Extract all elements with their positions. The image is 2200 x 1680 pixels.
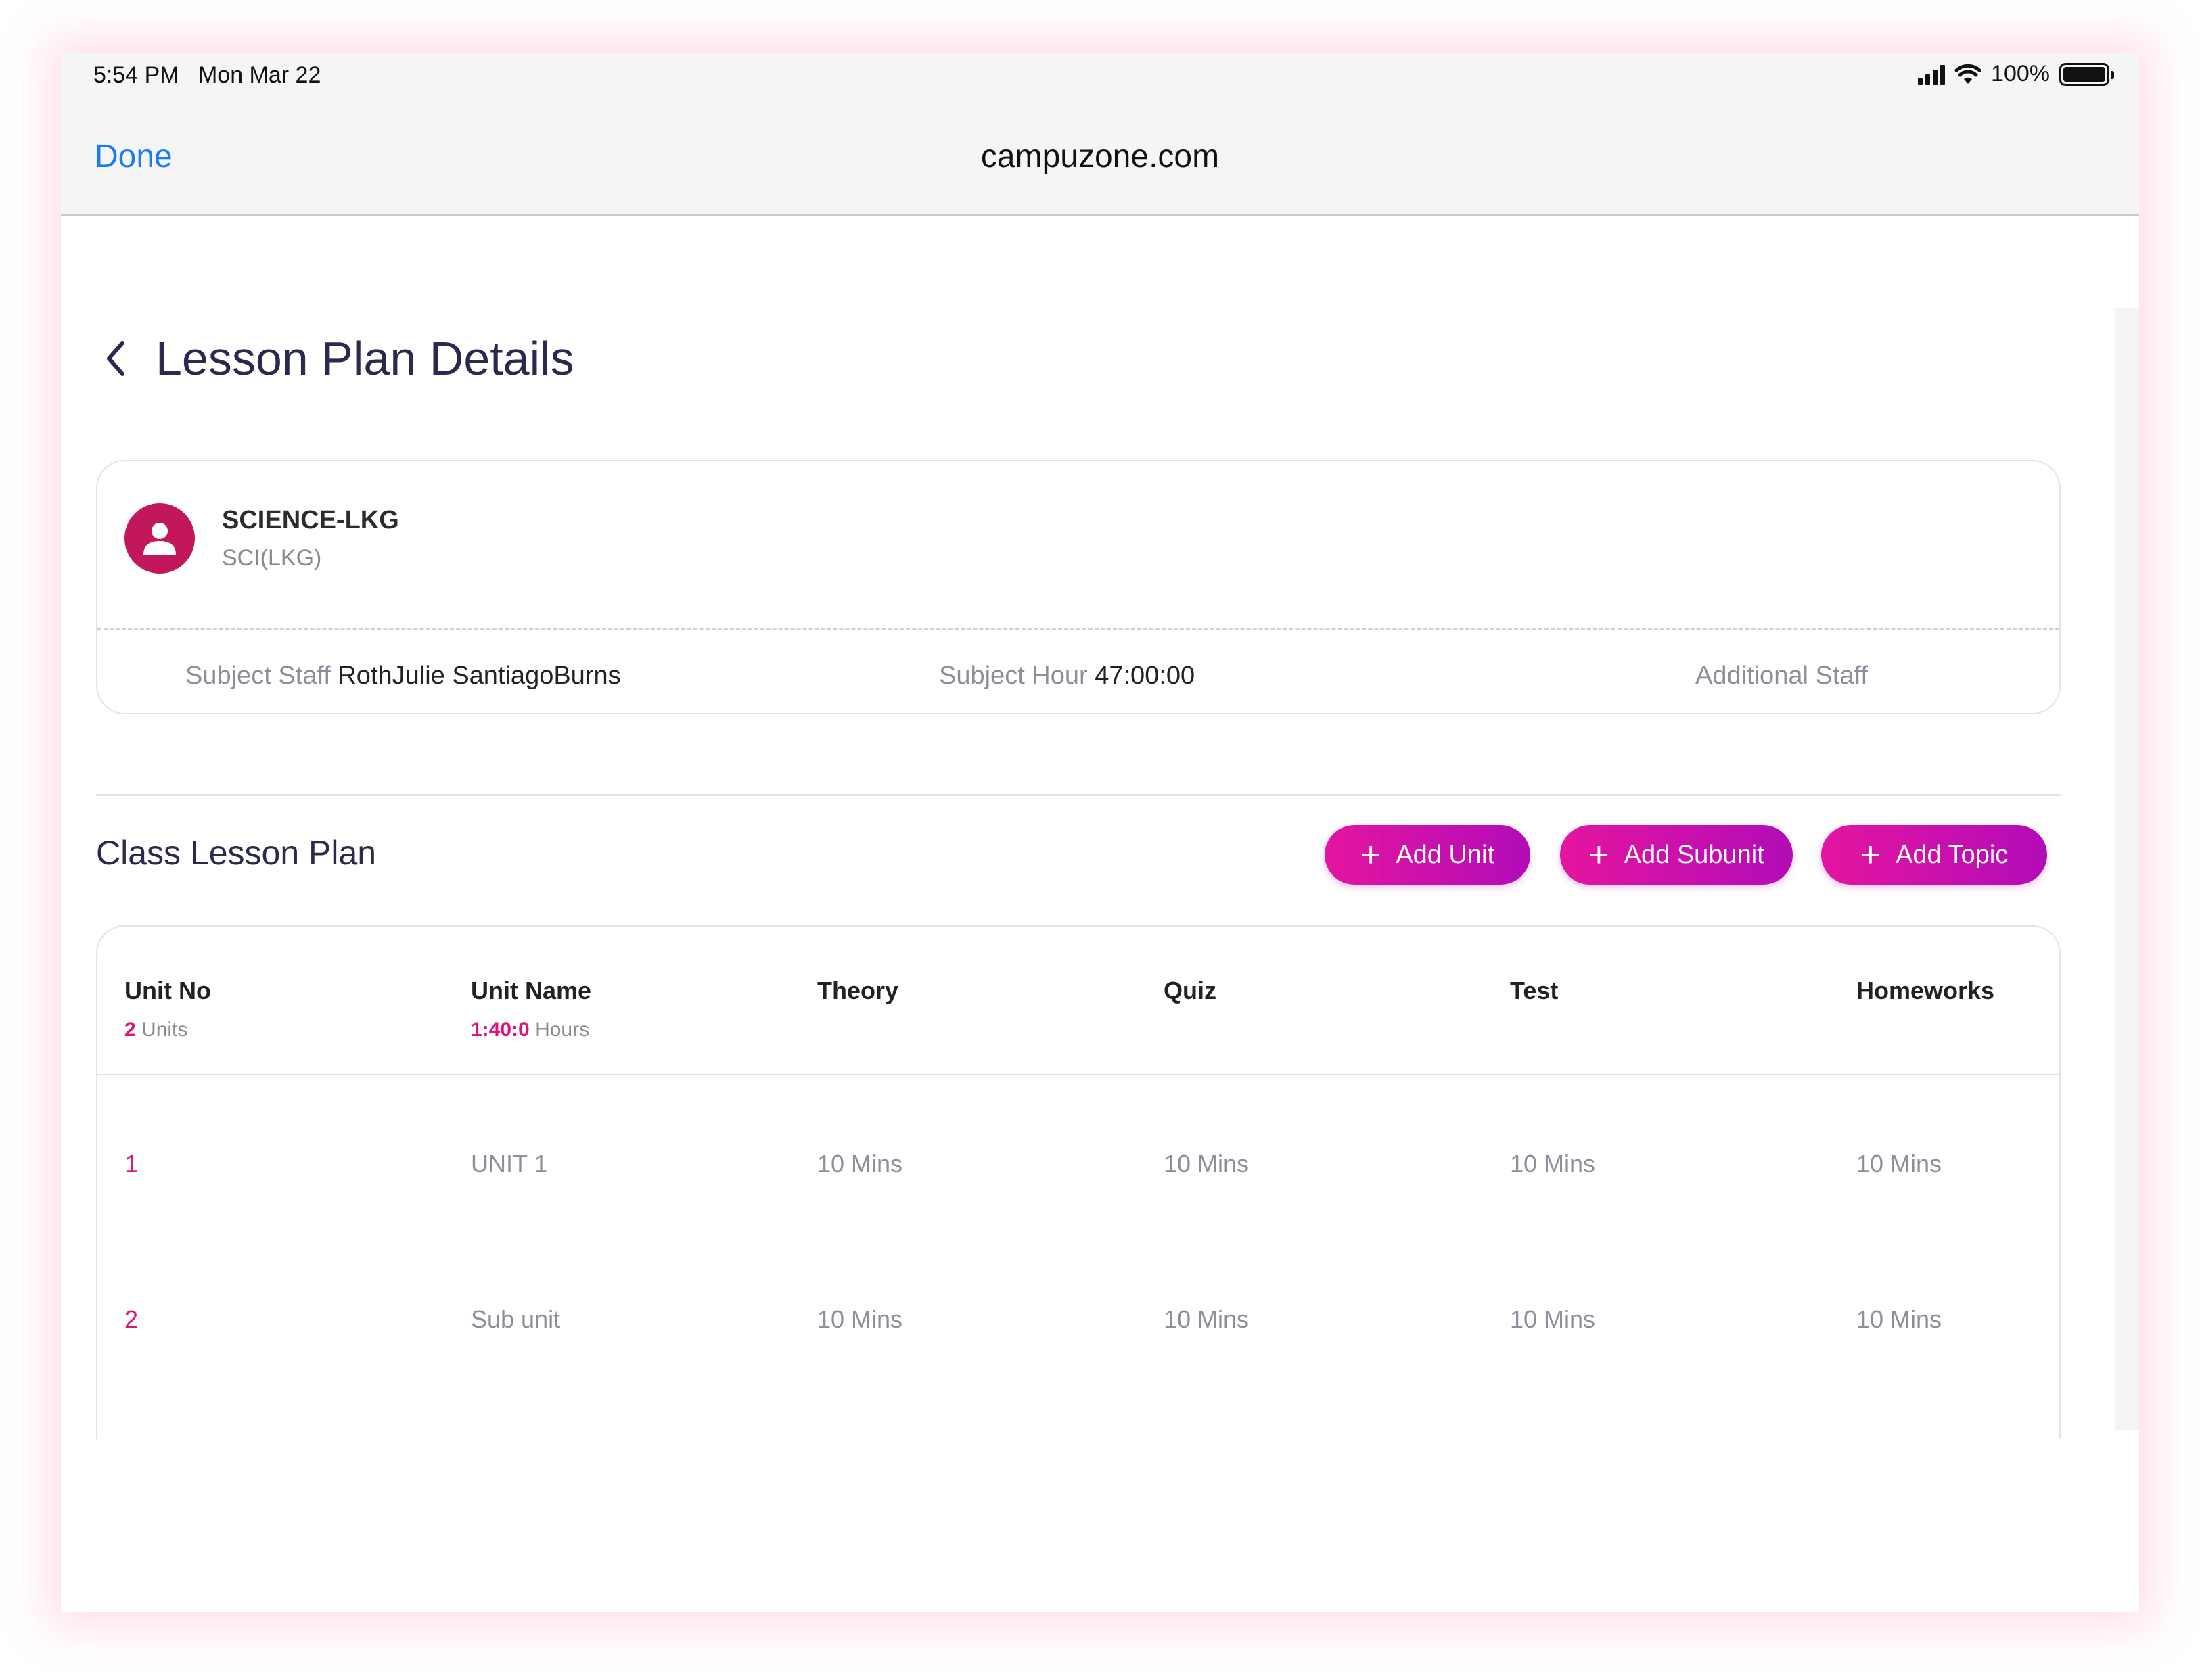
- user-icon: [143, 523, 176, 555]
- row-unit-name: UNIT 1: [471, 1150, 548, 1177]
- subject-hour-label: Subject Hour: [939, 661, 1088, 690]
- row-unit-no: 2: [124, 1305, 139, 1333]
- wifi-icon: [1954, 64, 1981, 84]
- units-count: 2: [124, 1019, 136, 1041]
- add-topic-button[interactable]: + Add Topic: [1821, 825, 2047, 885]
- cellular-signal-icon: [1918, 64, 1946, 85]
- page-heading: Lesson Plan Details: [95, 331, 574, 386]
- plus-icon: +: [1360, 835, 1381, 874]
- card-divider: [97, 628, 2059, 630]
- subject-card: SCIENCE-LKG SCI(LKG) Subject Staff RothJ…: [96, 460, 2061, 714]
- section-divider: [96, 794, 2061, 796]
- column-header-quiz: Quiz: [1164, 977, 1216, 1004]
- units-label: Units: [141, 1019, 188, 1041]
- status-indicators: 100%: [1918, 61, 2114, 87]
- add-topic-label: Add Topic: [1896, 840, 2009, 869]
- row-test: 10 Mins: [1510, 1150, 1596, 1177]
- back-chevron-icon[interactable]: [95, 331, 135, 386]
- column-header-test: Test: [1510, 977, 1559, 1004]
- units-count-summary: 2 Units: [124, 1019, 187, 1042]
- battery-percent: 100%: [1991, 61, 2050, 87]
- row-theory: 10 Mins: [817, 1150, 903, 1177]
- add-unit-label: Add Unit: [1396, 840, 1495, 869]
- hours-label: Hours: [535, 1019, 590, 1041]
- table-header-divider: [97, 1074, 2059, 1075]
- hours-value: 1:40:0: [471, 1019, 530, 1041]
- page-url-title: campuzone.com: [980, 139, 1220, 174]
- subject-staff: Subject Staff RothJulie SantiagoBurns: [185, 661, 621, 691]
- column-header-unit-name: Unit Name: [471, 977, 592, 1004]
- column-header-unit-no: Unit No: [124, 977, 211, 1004]
- row-test: 10 Mins: [1510, 1305, 1596, 1333]
- add-subunit-label: Add Subunit: [1624, 840, 1764, 869]
- row-homeworks: 10 Mins: [1856, 1305, 1942, 1333]
- browser-header: 5:54 PM Mon Mar 22 100% Done campuzone.c…: [61, 53, 2139, 216]
- row-unit-name: Sub unit: [471, 1305, 561, 1333]
- additional-staff: Additional Staff: [1695, 661, 1868, 691]
- hours-summary: 1:40:0 Hours: [471, 1019, 589, 1042]
- lesson-plan-table: Unit No Unit Name Theory Quiz Test Homew…: [96, 925, 2061, 1439]
- scrollbar-track[interactable]: [2115, 308, 2139, 1430]
- subject-hour-value: 47:00:00: [1095, 661, 1195, 690]
- subject-code: SCI(LKG): [222, 545, 322, 571]
- subject-staff-label: Subject Staff: [185, 661, 331, 690]
- page-title: Lesson Plan Details: [156, 332, 574, 385]
- add-subunit-button[interactable]: + Add Subunit: [1560, 825, 1793, 885]
- row-theory: 10 Mins: [817, 1305, 903, 1333]
- ipad-frame: 5:54 PM Mon Mar 22 100% Done campuzone.c…: [61, 53, 2139, 1612]
- column-header-homeworks: Homeworks: [1856, 977, 1995, 1004]
- subject-name: SCIENCE-LKG: [222, 506, 399, 534]
- subject-hour: Subject Hour 47:00:00: [939, 661, 1195, 691]
- status-time: 5:54 PM Mon Mar 22: [93, 62, 321, 88]
- row-homeworks: 10 Mins: [1856, 1150, 1942, 1177]
- class-lesson-plan-title: Class Lesson Plan: [96, 834, 377, 872]
- row-quiz: 10 Mins: [1164, 1305, 1250, 1333]
- plus-icon: +: [1860, 835, 1881, 874]
- row-quiz: 10 Mins: [1164, 1150, 1250, 1177]
- column-header-theory: Theory: [817, 977, 899, 1004]
- avatar: [124, 503, 195, 574]
- additional-staff-label: Additional Staff: [1695, 661, 1868, 690]
- row-unit-no: 1: [124, 1150, 139, 1177]
- plus-icon: +: [1588, 835, 1609, 874]
- subject-staff-value: RothJulie SantiagoBurns: [338, 661, 621, 690]
- battery-icon: [2059, 62, 2114, 86]
- add-unit-button[interactable]: + Add Unit: [1325, 825, 1530, 885]
